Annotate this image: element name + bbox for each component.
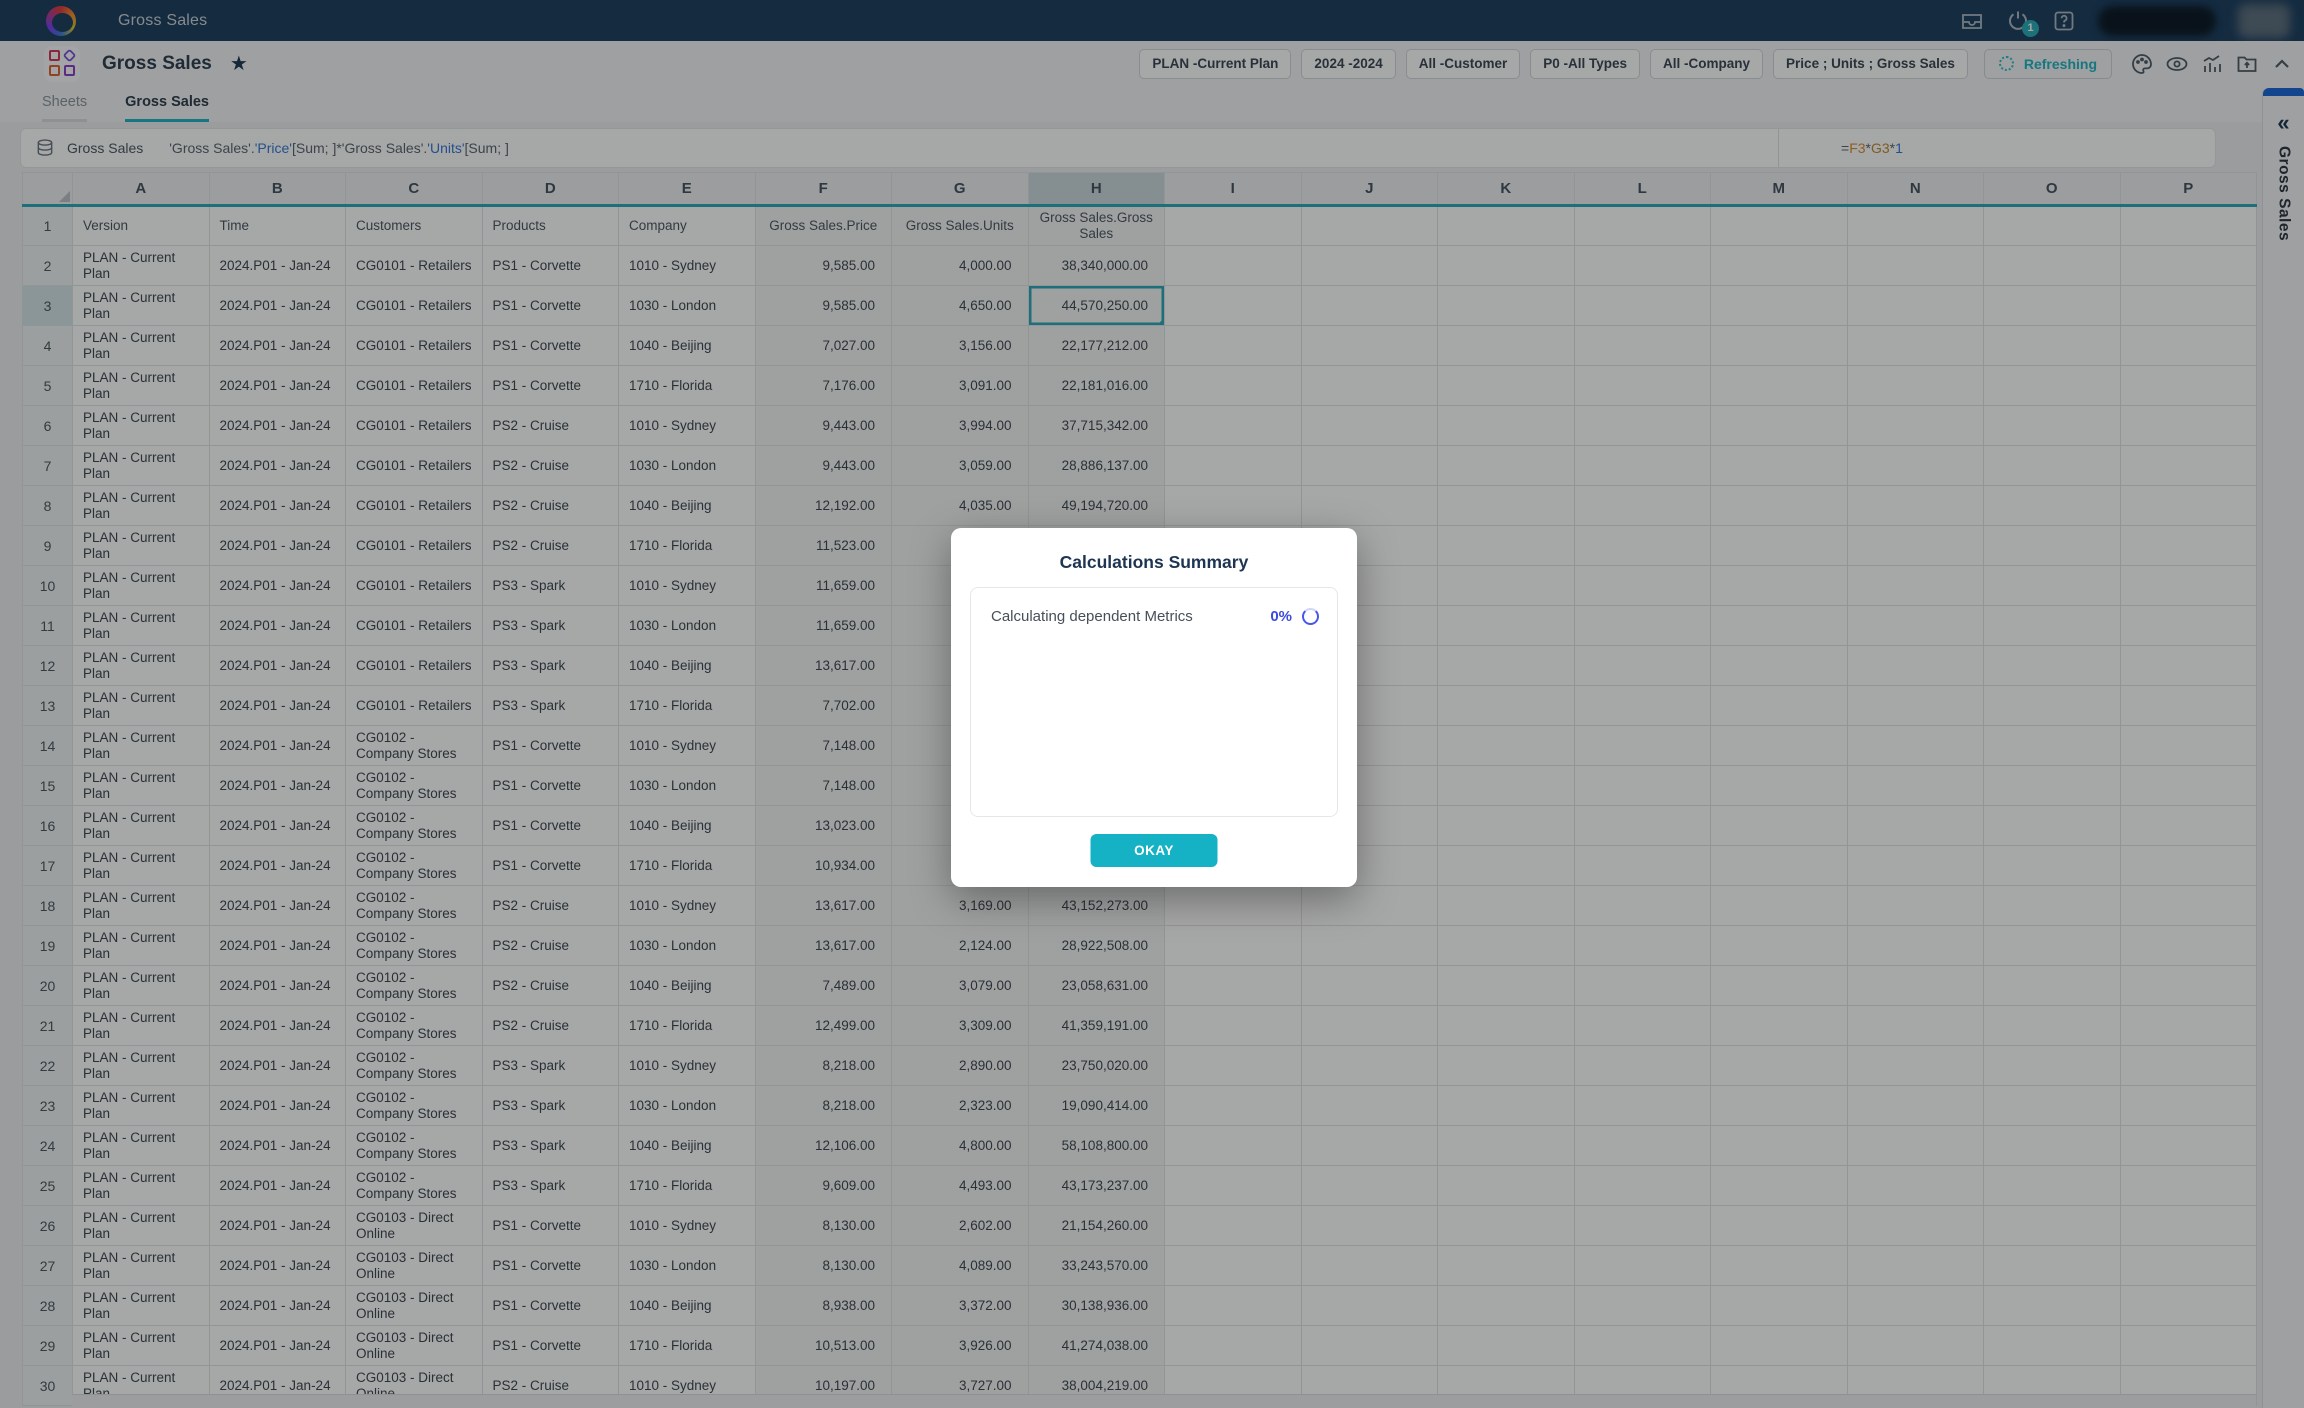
calculation-task-row: Calculating dependent Metrics 0% [971,588,1337,625]
task-spinner-icon [1302,608,1319,625]
okay-button[interactable]: OKAY [1091,834,1218,867]
calculations-summary-modal: Calculations Summary Calculating depende… [951,528,1357,887]
task-label: Calculating dependent Metrics [991,608,1193,625]
modal-title: Calculations Summary [951,528,1357,573]
task-progress: 0% [1270,608,1292,625]
calculation-task-panel: Calculating dependent Metrics 0% [970,587,1338,817]
